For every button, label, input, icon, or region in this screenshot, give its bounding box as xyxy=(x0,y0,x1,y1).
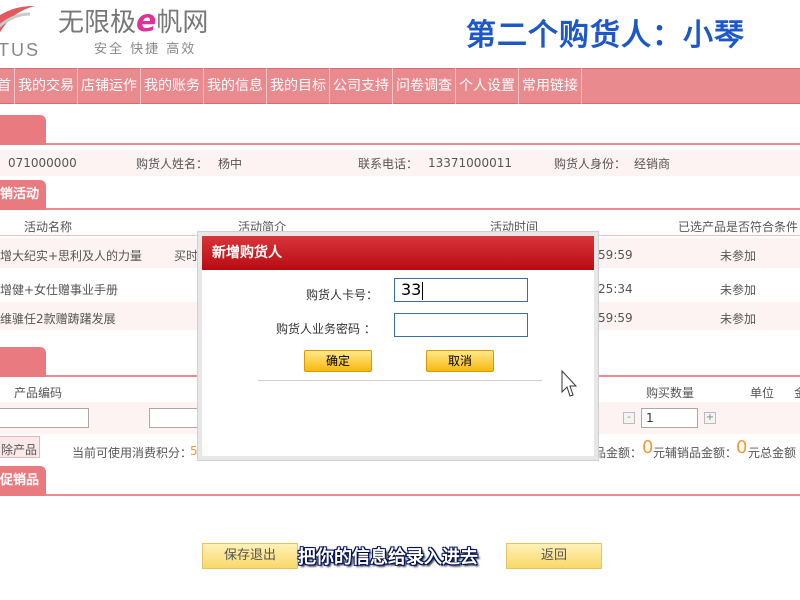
buyer-section-bar xyxy=(0,115,800,145)
buyer-phone-label: 联系电话： xyxy=(358,157,419,171)
promo-amount-value: 0 xyxy=(736,437,748,458)
promo-section-bar: 销活动 xyxy=(0,180,800,210)
points-label: 当前可使用消费积分： xyxy=(72,446,193,460)
back-button[interactable]: 返回 xyxy=(506,543,602,569)
promo-amount-label: 元辅销品金额： xyxy=(653,446,738,460)
nav-item-survey[interactable]: 问卷调查 xyxy=(393,68,456,104)
nav-item-shop-ops[interactable]: 店铺运作 xyxy=(78,68,141,104)
promo-row-name: 增大纪实+思利及人的力量 xyxy=(0,249,143,263)
promo-goods-section-tab[interactable]: 促销品 xyxy=(0,466,46,496)
nav-item-my-goals[interactable]: 我的目标 xyxy=(267,68,330,104)
product-code-input[interactable] xyxy=(0,408,89,428)
nav-item-personal-settings[interactable]: 个人设置 xyxy=(456,68,519,104)
delete-product-label: 除产品 xyxy=(1,443,38,457)
card-number-value: 33 xyxy=(401,280,422,299)
video-subtitle: 把你的信息给录入进去 xyxy=(298,547,478,568)
text-caret xyxy=(422,281,424,300)
total-amount-label: 元总金额 xyxy=(748,446,797,460)
delete-product-button[interactable]: 除产品 xyxy=(0,436,40,458)
brand-main: 无限极 xyxy=(58,8,137,38)
buyer-identity-value: 经销商 xyxy=(634,157,671,171)
promo-col-status: 已选产品是否符合条件 xyxy=(678,220,799,234)
brand-slogan: 安全 快捷 高效 xyxy=(94,42,197,57)
nav-item-my-trade[interactable]: 我的交易 xyxy=(15,68,78,104)
buyer-section-tab[interactable] xyxy=(0,115,46,145)
buyer-phone-value: 13371000011 xyxy=(428,156,512,170)
promo-goods-section-bar: 促销品 xyxy=(0,466,800,496)
buyer-card-number: 071000000 xyxy=(8,156,77,170)
logo-swoosh-icon xyxy=(0,5,35,33)
buyer-name-label: 购货人姓名： xyxy=(136,157,209,171)
product-section-tab[interactable] xyxy=(0,347,46,377)
cancel-button[interactable]: 取消 xyxy=(426,350,494,372)
brand-net: 帆网 xyxy=(156,8,209,38)
promo-row-intro: 买时 xyxy=(174,249,199,263)
save-exit-button[interactable]: 保存退出 xyxy=(202,543,298,569)
promo-section-tab[interactable]: 销活动 xyxy=(0,180,46,210)
promo-col-name: 活动名称 xyxy=(24,220,73,234)
dialog-divider xyxy=(258,380,542,381)
card-number-input[interactable]: 33 xyxy=(394,278,528,302)
promo-row-status: 未参加 xyxy=(720,283,757,297)
product-amount-value: 0 xyxy=(642,437,654,458)
promo-row-name: 增健+女仕赠事业手册 xyxy=(0,283,119,297)
nav-item-company-support[interactable]: 公司支持 xyxy=(330,68,393,104)
nav-item-my-account[interactable]: 我的账务 xyxy=(141,68,204,104)
logo-text: TUS xyxy=(0,40,40,60)
product-col-code: 产品编码 xyxy=(14,386,63,400)
password-input[interactable] xyxy=(394,313,528,337)
nav-item-my-info[interactable]: 我的信息 xyxy=(204,68,267,104)
amount-prefix-label: 品金额： xyxy=(594,446,643,460)
promo-row-time: :59:59 xyxy=(594,311,633,325)
product-col-unit: 单位 xyxy=(750,386,775,400)
promo-row-name: 维骓任2款赠踌躇发展 xyxy=(0,312,116,326)
dialog-title: 新增购货人 xyxy=(202,236,594,270)
product-col-amount: 金 xyxy=(794,384,800,401)
main-nav: 首 我的交易 店铺运作 我的账务 我的信息 我的目标 公司支持 问卷调查 个人设… xyxy=(0,68,800,104)
qty-minus-button[interactable]: - xyxy=(623,412,635,424)
card-number-label: 购货人卡号： xyxy=(306,288,379,302)
qty-plus-button[interactable]: + xyxy=(704,412,716,424)
product-col-qty: 购买数量 xyxy=(646,386,695,400)
promo-row-time: :59:59 xyxy=(594,248,633,262)
nav-item-common-links[interactable]: 常用链接 xyxy=(519,68,582,104)
qty-input[interactable]: 1 xyxy=(641,408,698,428)
brand-name[interactable]: 无限极e帆网 xyxy=(58,2,208,39)
page-root: TUS 无限极e帆网 安全 快捷 高效 第二个购货人：小琴 首 我的交易 店铺运… xyxy=(0,0,800,600)
buyer-identity-label: 购货人身份： xyxy=(554,157,627,171)
buyer-name-value: 杨中 xyxy=(218,157,243,171)
nav-item-home[interactable]: 首 xyxy=(0,68,15,104)
brand-e-letter: e xyxy=(136,4,157,39)
promo-row-time: :25:34 xyxy=(594,282,633,296)
mouse-pointer-icon xyxy=(561,370,577,397)
video-caption-title: 第二个购货人：小琴 xyxy=(466,18,745,53)
promo-row-status: 未参加 xyxy=(720,249,757,263)
add-buyer-dialog: 新增购货人 购货人卡号： 33 购货人业务密码 ： 确定 取消 xyxy=(198,232,598,460)
confirm-button[interactable]: 确定 xyxy=(304,350,372,372)
promo-row-status: 未参加 xyxy=(720,312,757,326)
password-label: 购货人业务密码 ： xyxy=(276,322,376,336)
